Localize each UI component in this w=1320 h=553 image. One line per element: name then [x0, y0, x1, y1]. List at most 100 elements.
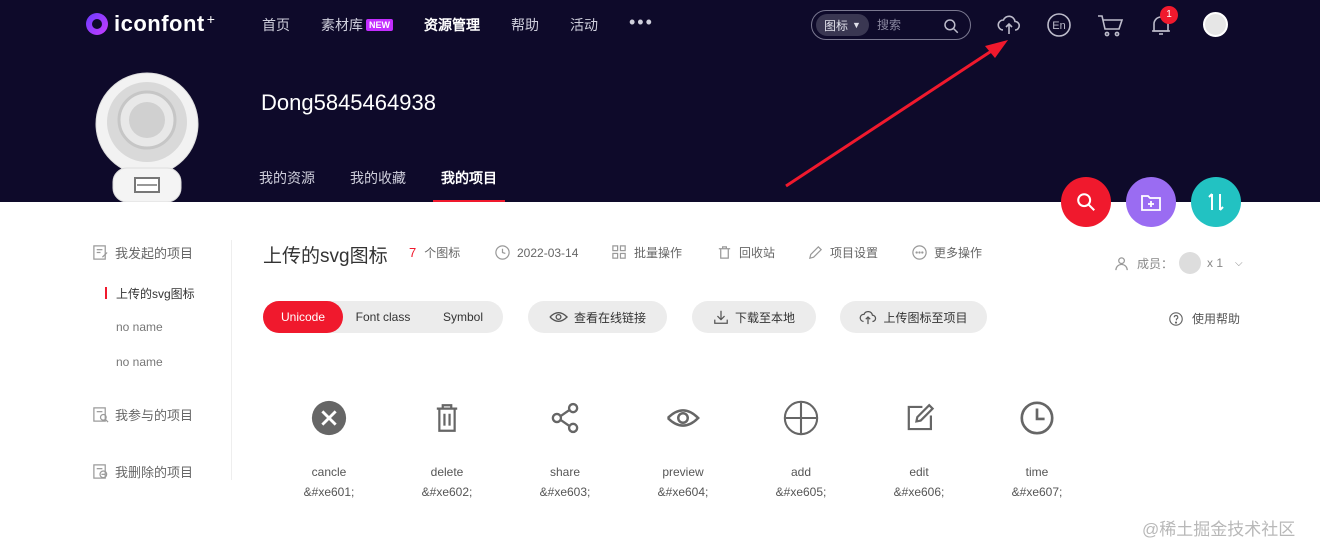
- nav-item-library[interactable]: 素材库 NEW: [321, 15, 393, 35]
- sidebar-group-label: 我发起的项目: [115, 245, 194, 261]
- clock-icon: [1020, 401, 1054, 435]
- icon-code: &#xe602;: [421, 485, 473, 499]
- clock-icon: [495, 245, 510, 260]
- logo-text: iconfont: [114, 11, 205, 36]
- icon-card[interactable]: cancle &#xe601;: [270, 395, 388, 499]
- icon-card[interactable]: preview &#xe604;: [624, 395, 742, 499]
- project-search-icon: [93, 406, 109, 422]
- icon-card[interactable]: share &#xe603;: [506, 395, 624, 499]
- seg-symbol[interactable]: Symbol: [423, 301, 503, 333]
- project-sidebar: 我发起的项目 上传的svg图标 no name no name 我参与的项目 我…: [92, 240, 232, 480]
- sidebar-project-item[interactable]: 上传的svg图标: [105, 285, 195, 302]
- member-avatar: [1179, 252, 1202, 274]
- notification-badge: 1: [1160, 6, 1178, 24]
- username: Dong5845464938: [261, 90, 436, 115]
- sort-icon: [1208, 193, 1224, 211]
- svg-text:En: En: [1052, 20, 1065, 32]
- help-circle-icon: [1169, 311, 1183, 326]
- nav-item-resource-manage[interactable]: 资源管理: [424, 15, 480, 35]
- tab-my-resources[interactable]: 我的资源: [259, 168, 315, 202]
- logo-mark-icon: [86, 13, 108, 35]
- members[interactable]: 成员： x 1 ⌵: [1114, 252, 1243, 274]
- icon-count-label: 个图标: [424, 246, 461, 260]
- search-input[interactable]: [876, 18, 947, 32]
- bell-icon[interactable]: 1: [1148, 6, 1178, 38]
- recycle-label: 回收站: [739, 246, 776, 260]
- logo[interactable]: iconfont +: [86, 11, 215, 37]
- trash-icon: [718, 246, 731, 259]
- icon-code: &#xe601;: [303, 485, 355, 499]
- grid-icon: [612, 245, 626, 259]
- nav-item-home[interactable]: 首页: [262, 15, 290, 35]
- view-online-link-button[interactable]: 查看在线链接: [528, 301, 667, 333]
- batch-label: 批量操作: [634, 246, 683, 260]
- icon-count-number: 7: [409, 245, 417, 260]
- eye-icon: [549, 312, 568, 322]
- icon-card[interactable]: delete &#xe602;: [388, 395, 506, 499]
- sidebar-project-item[interactable]: no name: [116, 320, 163, 334]
- edit-icon: [907, 403, 935, 431]
- project-edit-icon: [93, 244, 108, 260]
- top-bar: iconfont + 首页 素材库 NEW 资源管理 帮助 活动 ••• 图标 ▼…: [0, 0, 1320, 50]
- icon-card[interactable]: add &#xe605;: [742, 395, 860, 499]
- batch-operation-button[interactable]: 批量操作: [611, 244, 682, 261]
- recycle-bin-button[interactable]: 回收站: [716, 244, 775, 261]
- sidebar-item-joined-projects[interactable]: 我参与的项目: [92, 402, 193, 426]
- project-delete-icon: [93, 463, 108, 479]
- nav-label: 首页: [262, 17, 290, 33]
- tab-my-projects[interactable]: 我的项目: [433, 168, 505, 202]
- icon-card[interactable]: time &#xe607;: [978, 395, 1096, 499]
- icon-card[interactable]: edit &#xe606;: [860, 395, 978, 499]
- project-date: 2022-03-14: [494, 244, 578, 261]
- search-fab-button[interactable]: [1061, 177, 1111, 227]
- download-local-button[interactable]: 下载至本地: [692, 301, 816, 333]
- trash-icon: [436, 404, 458, 432]
- search-icon: [1077, 193, 1095, 211]
- icon-count: 7 个图标: [409, 244, 460, 261]
- header: iconfont + 首页 素材库 NEW 资源管理 帮助 活动 ••• 图标 ▼…: [0, 0, 1320, 202]
- search-box: 图标 ▼: [811, 10, 971, 40]
- nav-item-help[interactable]: 帮助: [511, 15, 539, 35]
- search-type-label: 图标: [824, 18, 849, 33]
- view-link-label: 查看在线链接: [573, 310, 646, 325]
- download-icon: [714, 310, 728, 324]
- nav-label: 资源管理: [424, 17, 480, 33]
- sidebar-project-item[interactable]: no name: [116, 355, 163, 369]
- icon-code: &#xe603;: [539, 485, 591, 499]
- profile-tabs: 我的资源 我的收藏 我的项目: [259, 168, 532, 202]
- nav-more-icon[interactable]: •••: [629, 12, 654, 33]
- upload-icon-button[interactable]: 上传图标至项目: [840, 301, 987, 333]
- icon-code: &#xe607;: [1011, 485, 1063, 499]
- language-en-icon[interactable]: En: [1046, 12, 1072, 38]
- search-type-select[interactable]: 图标 ▼: [816, 14, 869, 36]
- sidebar-group-label: 我删除的项目: [115, 464, 194, 480]
- nav-label: 帮助: [511, 17, 539, 33]
- add-folder-fab-button[interactable]: [1126, 177, 1176, 227]
- usage-help-link[interactable]: 使用帮助: [1168, 310, 1240, 327]
- settings-label: 项目设置: [830, 246, 879, 260]
- seg-unicode[interactable]: Unicode: [263, 301, 343, 333]
- sidebar-item-deleted-projects[interactable]: 我删除的项目: [92, 459, 193, 483]
- project-settings-button[interactable]: 项目设置: [807, 244, 878, 261]
- chevron-down-icon: ⌵: [1235, 257, 1243, 269]
- sort-fab-button[interactable]: [1191, 177, 1241, 227]
- search-icon[interactable]: [942, 17, 960, 35]
- upload-label: 上传图标至项目: [883, 310, 968, 325]
- more-operations-button[interactable]: 更多操作: [911, 244, 982, 261]
- sidebar-item-created-projects[interactable]: 我发起的项目: [92, 240, 193, 264]
- eye-icon: [666, 409, 700, 427]
- icon-name: add: [790, 465, 812, 479]
- cart-icon[interactable]: [1096, 12, 1124, 38]
- user-avatar[interactable]: [1203, 12, 1228, 37]
- tab-my-favorites[interactable]: 我的收藏: [350, 168, 406, 202]
- upload-cloud-icon[interactable]: [996, 12, 1022, 38]
- plus-circle-icon: [783, 400, 819, 436]
- download-label: 下载至本地: [734, 310, 795, 325]
- nav-item-activity[interactable]: 活动: [570, 15, 598, 35]
- members-icon: [1115, 256, 1128, 270]
- icon-name: preview: [662, 465, 704, 479]
- seg-font-class[interactable]: Font class: [343, 301, 423, 333]
- project-title: 上传的svg图标: [263, 246, 388, 267]
- folder-add-icon: [1141, 195, 1161, 211]
- new-badge: NEW: [366, 19, 393, 31]
